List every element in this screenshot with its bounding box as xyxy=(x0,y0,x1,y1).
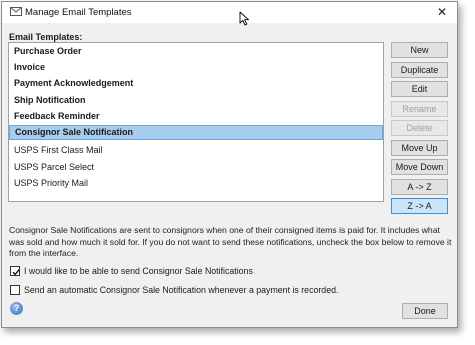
list-item-usps-parcel-select[interactable]: USPS Parcel Select xyxy=(9,160,383,175)
sort-z-to-a-button[interactable]: Z -> A xyxy=(391,198,448,214)
auto-send-option[interactable]: Send an automatic Consignor Sale Notific… xyxy=(10,285,450,297)
edit-button[interactable]: Edit xyxy=(391,81,448,97)
email-templates-list[interactable]: Purchase Order Invoice Payment Acknowled… xyxy=(8,42,384,202)
list-item-usps-priority-mail[interactable]: USPS Priority Mail xyxy=(9,176,383,191)
consignor-info-text: Consignor Sale Notifications are sent to… xyxy=(9,225,452,258)
move-down-button[interactable]: Move Down xyxy=(391,159,448,175)
email-templates-label: Email Templates: xyxy=(9,32,83,42)
list-item-usps-first-class-mail[interactable]: USPS First Class Mail xyxy=(9,143,383,158)
done-button[interactable]: Done xyxy=(402,303,448,319)
close-icon: ✕ xyxy=(436,5,448,19)
list-item-consignor-sale-notification[interactable]: Consignor Sale Notification xyxy=(9,125,383,140)
enable-consignor-option[interactable]: I would like to be able to send Consigno… xyxy=(10,266,450,278)
manage-email-templates-dialog: Manage Email Templates ✕ Email Templates… xyxy=(1,1,458,328)
mouse-cursor-icon xyxy=(239,11,249,26)
duplicate-button[interactable]: Duplicate xyxy=(391,62,448,78)
window-title: Manage Email Templates xyxy=(25,7,132,18)
title-bar: Manage Email Templates ✕ xyxy=(2,2,457,23)
rename-button[interactable]: Rename xyxy=(391,101,448,117)
move-up-button[interactable]: Move Up xyxy=(391,140,448,156)
sort-a-to-z-button[interactable]: A -> Z xyxy=(391,179,448,195)
new-button[interactable]: New xyxy=(391,42,448,58)
enable-consignor-label: I would like to be able to send Consigno… xyxy=(24,266,253,276)
delete-button[interactable]: Delete xyxy=(391,120,448,136)
list-item-ship-notification[interactable]: Ship Notification xyxy=(9,93,383,108)
list-item-purchase-order[interactable]: Purchase Order xyxy=(9,44,383,59)
auto-send-checkbox[interactable] xyxy=(10,285,20,295)
enable-consignor-checkbox[interactable] xyxy=(10,266,20,276)
close-button[interactable]: ✕ xyxy=(432,4,452,21)
list-item-feedback-reminder[interactable]: Feedback Reminder xyxy=(9,109,383,124)
auto-send-label: Send an automatic Consignor Sale Notific… xyxy=(24,285,339,295)
list-item-payment-acknowledgement[interactable]: Payment Acknowledgement xyxy=(9,76,383,91)
help-icon[interactable]: ? xyxy=(10,302,23,315)
envelope-icon xyxy=(10,7,22,16)
list-item-invoice[interactable]: Invoice xyxy=(9,60,383,75)
checkmark-icon xyxy=(12,269,20,276)
